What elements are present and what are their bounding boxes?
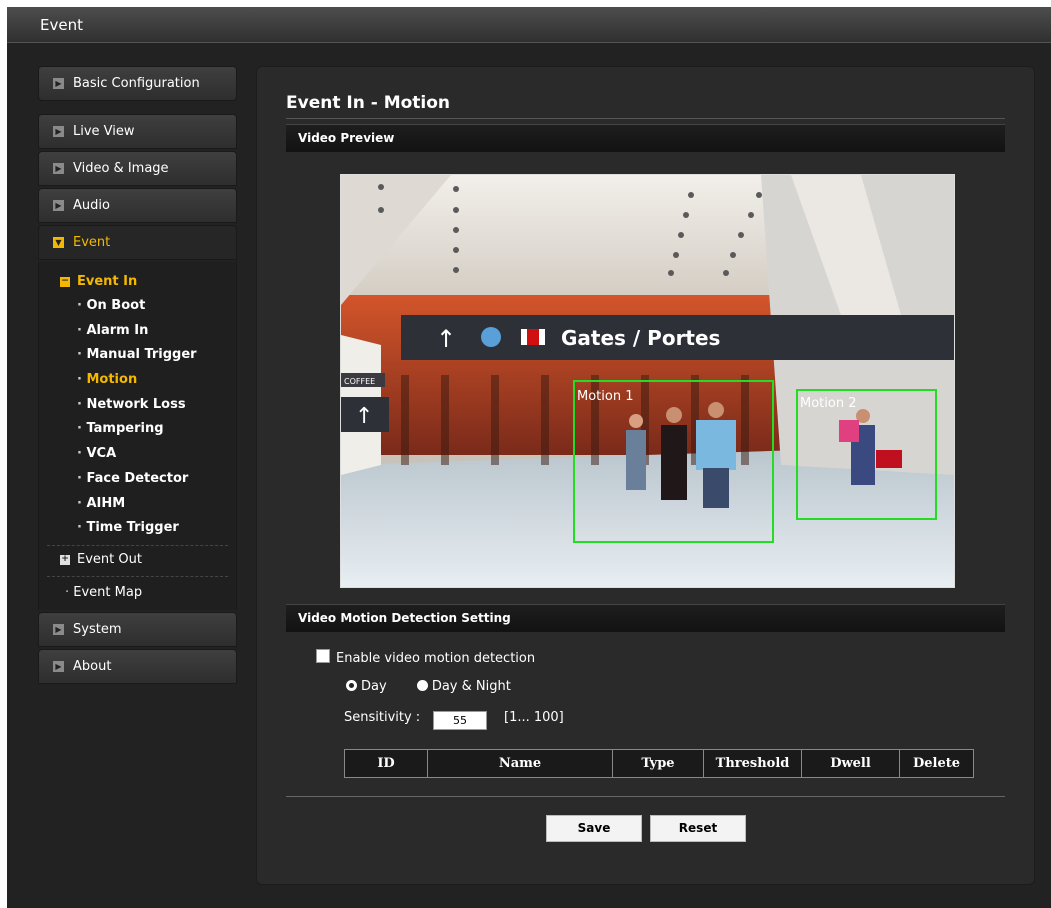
coffee-sign: COFFEE xyxy=(344,377,375,386)
submenu-event-in[interactable]: − Event In xyxy=(39,272,236,294)
col-threshold: Threshold xyxy=(703,749,802,778)
enable-vmd-label: Enable video motion detection xyxy=(336,651,536,666)
col-type: Type xyxy=(612,749,704,778)
video-preview-header: Video Preview xyxy=(286,124,1005,152)
motion-2-label: Motion 2 xyxy=(800,396,856,411)
window-title: Event xyxy=(40,16,83,34)
section-title: Video Preview xyxy=(298,131,395,145)
sidebar: ▶ Basic Configuration ▶ Live View ▶ Vide… xyxy=(38,66,237,686)
submenu-item-tampering[interactable]: Tampering xyxy=(39,417,236,442)
collapse-arrow-icon: ▼ xyxy=(53,237,64,248)
title-bar: Event xyxy=(7,7,1051,43)
sidebar-item-label: Audio xyxy=(73,198,110,213)
submenu-item-label: Event Map xyxy=(65,585,142,600)
expand-arrow-icon: ▶ xyxy=(53,200,64,211)
sidebar-item-system[interactable]: ▶ System xyxy=(38,611,237,647)
col-name: Name xyxy=(427,749,613,778)
submenu-item-label: Network Loss xyxy=(77,397,185,412)
sensitivity-input[interactable] xyxy=(433,711,487,730)
svg-text:↑: ↑ xyxy=(436,325,456,353)
sidebar-item-label: About xyxy=(73,658,112,674)
motion-1-label: Motion 1 xyxy=(577,389,633,404)
submenu-item-alarm-in[interactable]: Alarm In xyxy=(39,319,236,344)
divider xyxy=(286,796,1005,797)
main-panel: Event In - Motion Video Preview Gates / … xyxy=(256,66,1035,885)
video-preview[interactable]: Gates / Portes ↑ ↑ COFFEE Motion 1 Motio… xyxy=(340,174,955,588)
submenu-item-manual-trigger[interactable]: Manual Trigger xyxy=(39,343,236,368)
app-window: Event ▶ Basic Configuration ▶ Live View … xyxy=(7,7,1051,908)
radio-day[interactable] xyxy=(346,680,357,691)
submenu-event-out[interactable]: + Event Out xyxy=(39,550,236,572)
enable-vmd-row: Enable video motion detection xyxy=(316,649,535,666)
submenu-label: Event In xyxy=(77,274,138,289)
submenu-item-label: Motion xyxy=(77,372,137,387)
sidebar-item-label: Event xyxy=(73,235,111,250)
sidebar-item-label: Basic Configuration xyxy=(73,76,200,91)
sensitivity-row: Sensitivity : [1... 100] xyxy=(344,710,564,730)
schedule-radio-row: Day Day & Night xyxy=(346,679,511,694)
sidebar-item-label: System xyxy=(73,621,122,637)
submenu-item-label: VCA xyxy=(77,446,116,461)
submenu-item-label: Manual Trigger xyxy=(77,347,196,362)
section-title: Video Motion Detection Setting xyxy=(298,611,511,625)
submenu-item-event-map[interactable]: Event Map xyxy=(39,581,236,606)
svg-text:↑: ↑ xyxy=(355,404,373,429)
page-title: Event In - Motion xyxy=(286,93,451,113)
table-header-row: ID Name Type Threshold Dwell Delete xyxy=(344,749,974,778)
submenu-item-label: Face Detector xyxy=(77,471,188,486)
vmd-settings-header: Video Motion Detection Setting xyxy=(286,604,1005,632)
submenu-item-label: Alarm In xyxy=(77,323,148,338)
sidebar-item-basic-configuration[interactable]: ▶ Basic Configuration xyxy=(38,66,237,101)
submenu-item-label: Time Trigger xyxy=(77,520,178,535)
submenu-item-face-detector[interactable]: Face Detector xyxy=(39,467,236,492)
sidebar-item-video-image[interactable]: ▶ Video & Image xyxy=(38,151,237,186)
submenu-label: Event Out xyxy=(77,551,142,567)
submenu-item-network-loss[interactable]: Network Loss xyxy=(39,393,236,418)
sidebar-item-event[interactable]: ▼ Event xyxy=(38,225,237,260)
divider xyxy=(286,118,1005,119)
submenu-item-time-trigger[interactable]: Time Trigger xyxy=(39,516,236,541)
divider xyxy=(47,544,228,546)
enable-vmd-checkbox[interactable] xyxy=(316,649,330,663)
expand-icon: + xyxy=(60,553,70,565)
submenu-item-label: AIHM xyxy=(77,496,125,511)
col-dwell: Dwell xyxy=(801,749,900,778)
submenu-item-aihm[interactable]: AIHM xyxy=(39,492,236,517)
col-delete: Delete xyxy=(899,749,974,778)
expand-arrow-icon: ▶ xyxy=(53,163,64,174)
sidebar-item-label: Live View xyxy=(73,124,135,139)
video-frame-image: Gates / Portes ↑ ↑ COFFEE Motion 1 Motio… xyxy=(341,175,954,587)
submenu-item-label: Tampering xyxy=(77,421,163,436)
submenu-item-motion[interactable]: Motion xyxy=(39,368,236,393)
sensitivity-range: [1... 100] xyxy=(504,710,564,725)
expand-arrow-icon: ▶ xyxy=(53,660,64,672)
reset-button[interactable]: Reset xyxy=(650,815,746,842)
collapse-icon: − xyxy=(60,276,70,287)
motion-region-table: ID Name Type Threshold Dwell Delete xyxy=(344,749,974,778)
expand-arrow-icon: ▶ xyxy=(53,78,64,89)
sidebar-item-about[interactable]: ▶ About xyxy=(38,648,237,684)
radio-day-label: Day xyxy=(361,679,387,694)
expand-arrow-icon: ▶ xyxy=(53,126,64,137)
submenu-item-on-boot[interactable]: On Boot xyxy=(39,294,236,319)
gates-sign-text: Gates / Portes xyxy=(561,326,720,350)
event-submenu: − Event In On Boot Alarm In Manual Trigg… xyxy=(38,262,237,610)
save-button[interactable]: Save xyxy=(546,815,642,842)
sidebar-item-label: Video & Image xyxy=(73,161,169,176)
col-id: ID xyxy=(344,749,428,778)
sidebar-item-live-view[interactable]: ▶ Live View xyxy=(38,114,237,149)
sensitivity-label: Sensitivity : xyxy=(344,710,421,725)
submenu-item-vca[interactable]: VCA xyxy=(39,442,236,467)
radio-day-night[interactable] xyxy=(416,680,428,691)
expand-arrow-icon: ▶ xyxy=(53,623,64,635)
radio-day-night-label: Day & Night xyxy=(431,679,511,694)
sidebar-item-audio[interactable]: ▶ Audio xyxy=(38,188,237,223)
divider xyxy=(47,575,228,577)
submenu-item-label: On Boot xyxy=(77,298,145,313)
